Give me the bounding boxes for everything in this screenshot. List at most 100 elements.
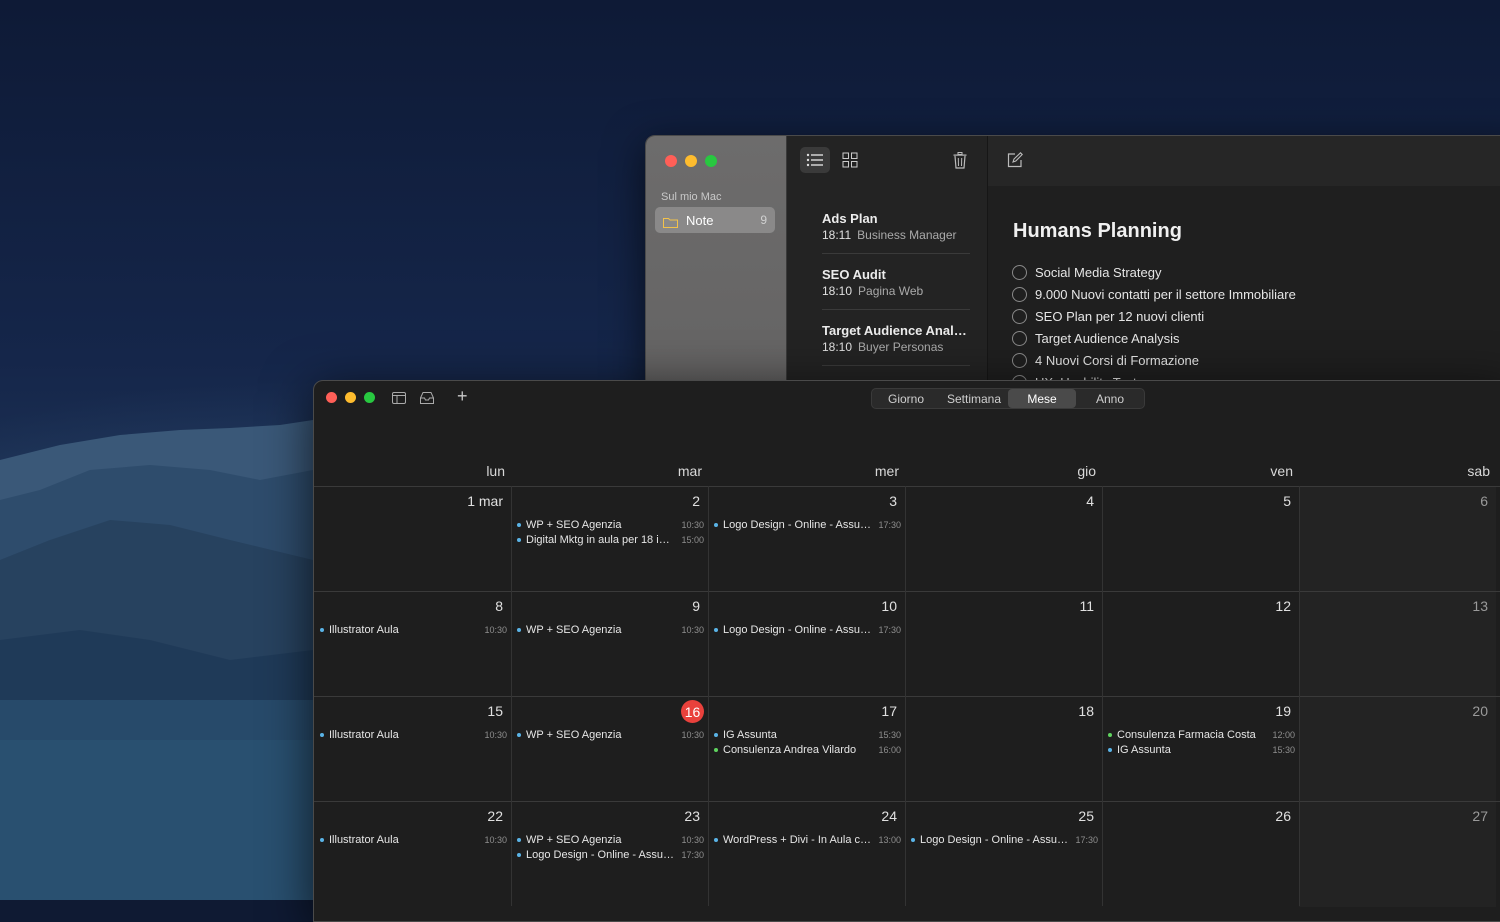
day-number: 5 xyxy=(1283,493,1291,509)
view-tab-anno[interactable]: Anno xyxy=(1076,389,1144,408)
calendar-event[interactable]: Illustrator Aula10:30 xyxy=(318,727,507,742)
calendar-event[interactable]: Logo Design - Online - Assunta17:30 xyxy=(909,832,1098,847)
view-tab-giorno[interactable]: Giorno xyxy=(872,389,940,408)
event-dot-icon xyxy=(1108,733,1112,737)
calendar-event[interactable]: Illustrator Aula10:30 xyxy=(318,832,507,847)
zoom-button[interactable] xyxy=(705,155,717,167)
note-list-item[interactable]: Target Audience Analysis 18:10Buyer Pers… xyxy=(822,323,972,354)
note-title: Target Audience Analysis xyxy=(822,323,972,338)
event-time: 17:30 xyxy=(878,520,901,530)
day-cell[interactable]: 6 xyxy=(1299,487,1496,592)
day-number: 15 xyxy=(487,703,503,719)
view-tab-settimana[interactable]: Settimana xyxy=(940,389,1008,408)
event-dot-icon xyxy=(517,733,521,737)
notes-list: Ads Plan 18:11Business Manager SEO Audit… xyxy=(787,136,988,396)
event-dot-icon xyxy=(714,628,718,632)
event-list: Illustrator Aula10:30 xyxy=(318,622,507,637)
day-cell[interactable]: 24 WordPress + Divi - In Aula con Assunta… xyxy=(708,802,905,907)
window-controls xyxy=(665,155,717,167)
day-cell[interactable]: 11 xyxy=(905,592,1102,697)
inbox-button[interactable] xyxy=(416,389,438,407)
day-cell[interactable]: 12 xyxy=(1102,592,1299,697)
event-dot-icon xyxy=(320,733,324,737)
day-cell[interactable]: 22Illustrator Aula10:30 xyxy=(314,802,511,907)
checklist-text: Social Media Strategy xyxy=(1035,265,1161,280)
note-list-item[interactable]: SEO Audit 18:10Pagina Web xyxy=(822,267,972,298)
day-cell[interactable]: 2 WP + SEO Agenzia10:30Digital Mktg in au… xyxy=(511,487,708,592)
weekday-label: gio xyxy=(899,463,1096,479)
day-cell[interactable]: 18 xyxy=(905,697,1102,802)
day-cell[interactable]: 1 mar xyxy=(314,487,511,592)
checklist-item: Target Audience Analysis xyxy=(1012,327,1296,349)
day-cell[interactable]: 9 WP + SEO Agenzia10:30 xyxy=(511,592,708,697)
day-cell[interactable]: 20 xyxy=(1299,697,1496,802)
event-dot-icon xyxy=(714,838,718,842)
calendars-button[interactable] xyxy=(388,389,410,407)
event-dot-icon xyxy=(517,628,521,632)
calendar-event[interactable]: Logo Design - Online - Assunta17:30 xyxy=(712,517,901,532)
day-cell[interactable]: 25Logo Design - Online - Assunta17:30 xyxy=(905,802,1102,907)
event-list: IG Assunta15:30Consulenza Andrea Vilardo… xyxy=(712,727,901,757)
close-button[interactable] xyxy=(665,155,677,167)
checkbox[interactable] xyxy=(1012,353,1027,368)
day-cell[interactable]: 13 xyxy=(1299,592,1496,697)
sidebar-section-label: Sul mio Mac xyxy=(661,191,722,203)
checkbox[interactable] xyxy=(1012,331,1027,346)
calendar-event[interactable]: Logo Design - Online - Assunta17:30 xyxy=(712,622,901,637)
calendar-event[interactable]: Logo Design - Online - Assunta17:30 xyxy=(515,847,704,862)
calendar-event[interactable]: Consulenza Farmacia Costa12:00 xyxy=(1106,727,1295,742)
day-number: 9 xyxy=(692,598,700,614)
day-number: 2 xyxy=(692,493,700,509)
weekday-label: mar xyxy=(505,463,702,479)
weekday-label: mer xyxy=(702,463,899,479)
sidebar-item-note[interactable]: Note 9 xyxy=(655,207,775,233)
add-event-button[interactable]: + xyxy=(457,386,468,407)
day-cell[interactable]: 15 Illustrator Aula10:30 xyxy=(314,697,511,802)
calendar-event[interactable]: WordPress + Divi - In Aula con Assunta13… xyxy=(712,832,901,847)
new-note-button[interactable] xyxy=(1000,147,1030,173)
note-editor[interactable]: Humans Planning Social Media Strategy9.0… xyxy=(988,136,1500,396)
grid-line xyxy=(905,486,906,906)
day-cell[interactable]: 26 xyxy=(1102,802,1299,907)
calendar-event[interactable]: WP + SEO Agenzia10:30 xyxy=(515,517,704,532)
note-time: 18:10 xyxy=(822,340,852,354)
checkbox[interactable] xyxy=(1012,287,1027,302)
note-list-item[interactable]: Ads Plan 18:11Business Manager xyxy=(822,211,972,242)
minimize-button[interactable] xyxy=(685,155,697,167)
day-cell[interactable]: 5 xyxy=(1102,487,1299,592)
event-dot-icon xyxy=(714,748,718,752)
day-cell[interactable]: 17IG Assunta15:30Consulenza Andrea Vilar… xyxy=(708,697,905,802)
calendar-event[interactable]: IG Assunta15:30 xyxy=(712,727,901,742)
calendar-event[interactable]: WP + SEO Agenzia10:30 xyxy=(515,622,704,637)
gallery-view-button[interactable] xyxy=(835,147,865,173)
note-title: SEO Audit xyxy=(822,267,972,282)
day-number: 8 xyxy=(495,598,503,614)
day-cell[interactable]: 19Consulenza Farmacia Costa12:00IG Assun… xyxy=(1102,697,1299,802)
delete-button[interactable] xyxy=(945,147,975,173)
calendar-event[interactable]: Consulenza Andrea Vilardo16:00 xyxy=(712,742,901,757)
day-cell[interactable]: 27 xyxy=(1299,802,1496,907)
day-cell[interactable]: 23WP + SEO Agenzia10:30Logo Design - Onl… xyxy=(511,802,708,907)
list-view-button[interactable] xyxy=(800,147,830,173)
day-cell[interactable]: 16WP + SEO Agenzia10:30 xyxy=(511,697,708,802)
event-name: WordPress + Divi - In Aula con Assunta xyxy=(723,834,872,846)
checkbox[interactable] xyxy=(1012,265,1027,280)
event-list: Consulenza Farmacia Costa12:00IG Assunta… xyxy=(1106,727,1295,757)
calendar-event[interactable]: WP + SEO Agenzia10:30 xyxy=(515,832,704,847)
day-cell[interactable]: 4 xyxy=(905,487,1102,592)
close-button[interactable] xyxy=(326,392,337,403)
calendar-event[interactable]: Digital Mktg in aula per 18 imprese15:00 xyxy=(515,532,704,547)
day-cell[interactable]: 10Logo Design - Online - Assunta17:30 xyxy=(708,592,905,697)
calendar-event[interactable]: WP + SEO Agenzia10:30 xyxy=(515,727,704,742)
checkbox[interactable] xyxy=(1012,309,1027,324)
calendar-event[interactable]: Illustrator Aula10:30 xyxy=(318,622,507,637)
event-dot-icon xyxy=(320,838,324,842)
day-cell[interactable]: 8 Illustrator Aula10:30 xyxy=(314,592,511,697)
day-number: 24 xyxy=(881,808,897,824)
day-cell[interactable]: 3Logo Design - Online - Assunta17:30 xyxy=(708,487,905,592)
event-dot-icon xyxy=(714,523,718,527)
zoom-button[interactable] xyxy=(364,392,375,403)
minimize-button[interactable] xyxy=(345,392,356,403)
view-tab-mese[interactable]: Mese xyxy=(1008,389,1076,408)
calendar-event[interactable]: IG Assunta15:30 xyxy=(1106,742,1295,757)
